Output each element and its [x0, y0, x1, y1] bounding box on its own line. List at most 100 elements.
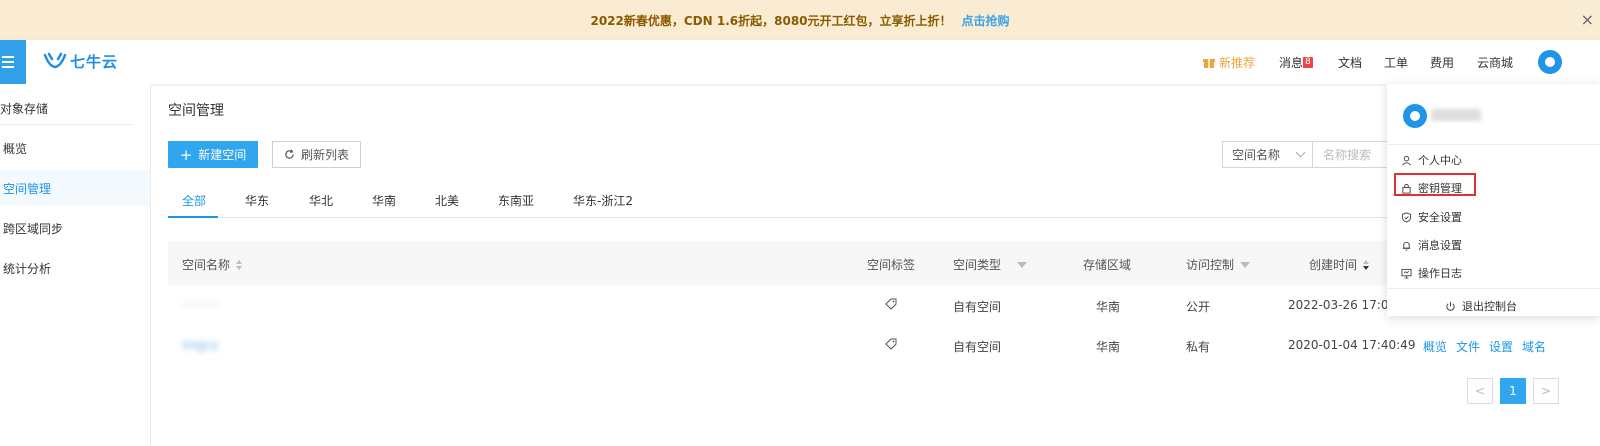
sidebar: 对象存储 概览 空间管理 跨区域同步 统计分析: [0, 84, 151, 446]
column-name[interactable]: 空间名称: [182, 256, 243, 273]
tab-all[interactable]: 全部: [182, 192, 206, 209]
tag-icon[interactable]: [885, 338, 897, 353]
prev-page-button[interactable]: <: [1467, 378, 1493, 404]
docs-link[interactable]: 文档: [1338, 54, 1362, 71]
promo-link[interactable]: 点击抢购: [962, 12, 1010, 29]
billing-link[interactable]: 费用: [1430, 54, 1454, 71]
power-icon: [1446, 301, 1455, 311]
promo-text: 2022新春优惠，CDN 1.6折起，8080元开工红包，立享折上折！: [590, 13, 952, 28]
column-access[interactable]: 访问控制: [1186, 256, 1251, 273]
sidebar-item-overview[interactable]: 概览: [0, 130, 150, 166]
bucket-region: 华南: [1096, 340, 1121, 354]
column-access-label: 访问控制: [1186, 258, 1235, 272]
operation-log-item[interactable]: 操作日志: [1401, 265, 1462, 281]
logo[interactable]: 七牛云: [43, 51, 118, 72]
bucket-type: 自有空间: [953, 340, 1002, 354]
next-page-button[interactable]: >: [1533, 378, 1559, 404]
column-region: 存储区域: [1083, 256, 1131, 273]
bucket-created: 2020-01-04 17:40:49: [1288, 338, 1416, 352]
table-row[interactable]: ·········· 自有空间 华南 公开 2022-03-26 17:01:4: [168, 285, 1588, 325]
messages-badge: 8: [1303, 57, 1313, 68]
personal-center-label: 个人中心: [1418, 154, 1462, 167]
security-settings-label: 安全设置: [1418, 211, 1462, 224]
column-created[interactable]: 创建时间: [1309, 256, 1370, 273]
monitor-icon: [1401, 268, 1412, 279]
column-tag: 空间标签: [867, 256, 915, 273]
tickets-link[interactable]: 工单: [1384, 54, 1408, 71]
user-icon: [1402, 155, 1411, 165]
bucket-name[interactable]: ··········: [182, 298, 220, 312]
messages-link[interactable]: 消息 8: [1279, 54, 1313, 71]
cloud-mall-label: 云商城: [1477, 56, 1514, 70]
new-bucket-button[interactable]: + 新建空间: [168, 141, 258, 168]
promo-banner: 2022新春优惠，CDN 1.6折起，8080元开工红包，立享折上折！ 点击抢购…: [0, 0, 1600, 40]
sort-icon[interactable]: [1363, 259, 1370, 270]
bucket-access: 私有: [1186, 340, 1211, 354]
column-type[interactable]: 空间类型: [953, 256, 1028, 273]
bucket-type: 自有空间: [953, 300, 1002, 314]
refresh-icon: [285, 149, 294, 159]
region-tabs: 全部 华东 华北 华南 北美 东南亚 华东-浙江2: [168, 188, 1588, 218]
avatar-icon: [1403, 104, 1427, 128]
column-created-label: 创建时间: [1309, 258, 1358, 272]
tag-icon[interactable]: [885, 298, 897, 313]
operation-log-label: 操作日志: [1418, 267, 1462, 280]
billing-label: 费用: [1430, 56, 1455, 70]
files-link[interactable]: 文件: [1456, 338, 1480, 355]
hamburger-menu-icon[interactable]: [0, 40, 26, 84]
top-header: 七牛云 新推荐 消息 8 文档 工单 费用 云商城: [0, 40, 1600, 84]
page-1-button[interactable]: 1: [1500, 378, 1526, 404]
docs-label: 文档: [1338, 56, 1363, 70]
plus-icon: +: [179, 145, 193, 164]
search-field-select[interactable]: 空间名称: [1222, 141, 1313, 168]
search-field-selected: 空间名称: [1232, 148, 1281, 162]
new-recommend-label: 新推荐: [1219, 56, 1256, 70]
search-placeholder: 名称搜索: [1323, 148, 1372, 162]
tab-north-america[interactable]: 北美: [435, 192, 459, 209]
row-actions: 概览 文件 设置 域名: [1423, 338, 1546, 355]
lock-icon: [1402, 183, 1411, 194]
tab-east-china[interactable]: 华东: [245, 192, 269, 209]
message-settings-item[interactable]: 消息设置: [1401, 237, 1462, 253]
column-type-label: 空间类型: [953, 258, 1002, 272]
chevron-down-icon: [1295, 147, 1306, 158]
key-management-item[interactable]: 密钥管理: [1401, 180, 1462, 196]
column-tag-label: 空间标签: [867, 258, 916, 272]
avatar-icon: [1538, 50, 1562, 74]
new-recommend-link[interactable]: 新推荐: [1203, 54, 1255, 71]
domain-link[interactable]: 域名: [1522, 338, 1546, 355]
tab-north-china[interactable]: 华北: [309, 192, 333, 209]
tab-southeast-asia[interactable]: 东南亚: [498, 192, 534, 209]
dropdown-divider: [1387, 288, 1600, 289]
user-dropdown: 个人中心 密钥管理 安全设置 消息设置 操作日志 退出控制台: [1387, 84, 1600, 316]
bucket-access: 公开: [1186, 300, 1211, 314]
logo-text: 七牛云: [70, 53, 119, 71]
logout-item[interactable]: 退出控制台: [1445, 298, 1517, 314]
column-name-label: 空间名称: [182, 258, 231, 272]
gift-icon: [1203, 58, 1215, 68]
cloud-mall-link[interactable]: 云商城: [1477, 54, 1513, 71]
messages-label: 消息: [1279, 56, 1304, 70]
message-settings-label: 消息设置: [1418, 239, 1462, 252]
table-row[interactable]: imgcy 自有空间 华南 私有 2020-01-04 17:40:49 概览 …: [168, 325, 1588, 365]
sidebar-item-statistics[interactable]: 统计分析: [0, 250, 150, 286]
personal-center-item[interactable]: 个人中心: [1401, 152, 1462, 168]
new-bucket-label: 新建空间: [198, 148, 247, 162]
shield-icon: [1401, 211, 1412, 223]
filter-icon[interactable]: [1240, 261, 1251, 268]
close-icon[interactable]: ×: [1581, 10, 1594, 29]
sidebar-item-bucket-management[interactable]: 空间管理: [0, 170, 150, 206]
main-content: 空间管理 + 新建空间 刷新列表 空间名称 名称搜索 全部 华东 华北 华南 北…: [151, 84, 1600, 446]
overview-link[interactable]: 概览: [1423, 338, 1447, 355]
tab-south-china[interactable]: 华南: [372, 192, 396, 209]
refresh-list-button[interactable]: 刷新列表: [272, 141, 361, 168]
sort-icon[interactable]: [236, 259, 243, 270]
sidebar-item-cross-region-sync[interactable]: 跨区域同步: [0, 210, 150, 246]
page-title: 空间管理: [168, 103, 224, 119]
user-avatar[interactable]: [1538, 50, 1562, 74]
security-settings-item[interactable]: 安全设置: [1401, 209, 1462, 225]
settings-link[interactable]: 设置: [1489, 338, 1513, 355]
filter-icon[interactable]: [1017, 261, 1028, 268]
tab-east-china-zhejiang2[interactable]: 华东-浙江2: [573, 192, 633, 209]
bucket-name[interactable]: imgcy: [182, 338, 218, 352]
